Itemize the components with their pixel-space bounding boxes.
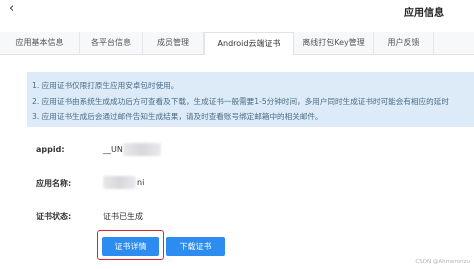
page-title: 应用信息 [404,8,444,19]
tab-app-basic-info[interactable]: 应用基本信息 [0,32,80,54]
app-name-redacted [103,176,136,189]
page-header: ‹ 应用信息 [0,0,474,22]
notice-line: 2. 应用证书由系统生成成功后方可查看及下载，生成证书一般需要1-5分钟时间，多… [32,96,449,106]
appid-label: appid: [36,145,65,154]
tab-offline-key-management[interactable]: 离线打包Key管理 [294,32,374,54]
content-card [0,32,474,269]
tab-platform-info[interactable]: 各平台信息 [80,32,143,54]
tab-member-management[interactable]: 成员管理 [143,32,204,54]
cert-status-value: 证书已生成 [103,212,143,221]
highlight-box [97,230,164,260]
cert-status-label: 证书状态: [36,212,72,221]
download-cert-button[interactable]: 下载证书 [166,237,225,256]
tab-android-cloud-cert[interactable]: Android云端证书 [204,32,294,55]
back-chevron-icon[interactable]: ‹ [9,2,19,15]
watermark: CSDN @Ahmerorizu [415,259,470,265]
appid-redacted [123,143,161,156]
notice-line: 1. 应用证书仅限打原生应用安卓包时使用。 [32,81,179,90]
notice-line: 3. 应用证书生成后会通过邮件告知生成结果，请及时查看账号绑定邮箱中的相关邮件。 [32,112,323,121]
appid-value-visible: __UN [103,145,123,154]
app-name-label: 应用名称: [36,179,72,188]
tab-bar: 应用基本信息 各平台信息 成员管理 Android云端证书 离线打包Key管理 … [0,32,474,55]
tab-user-feedback[interactable]: 用户反馈 [374,32,434,54]
app-name-value-visible: ni [137,178,145,187]
info-notice: 1. 应用证书仅限打原生应用安卓包时使用。 2. 应用证书由系统生成成功后方可查… [27,72,474,127]
